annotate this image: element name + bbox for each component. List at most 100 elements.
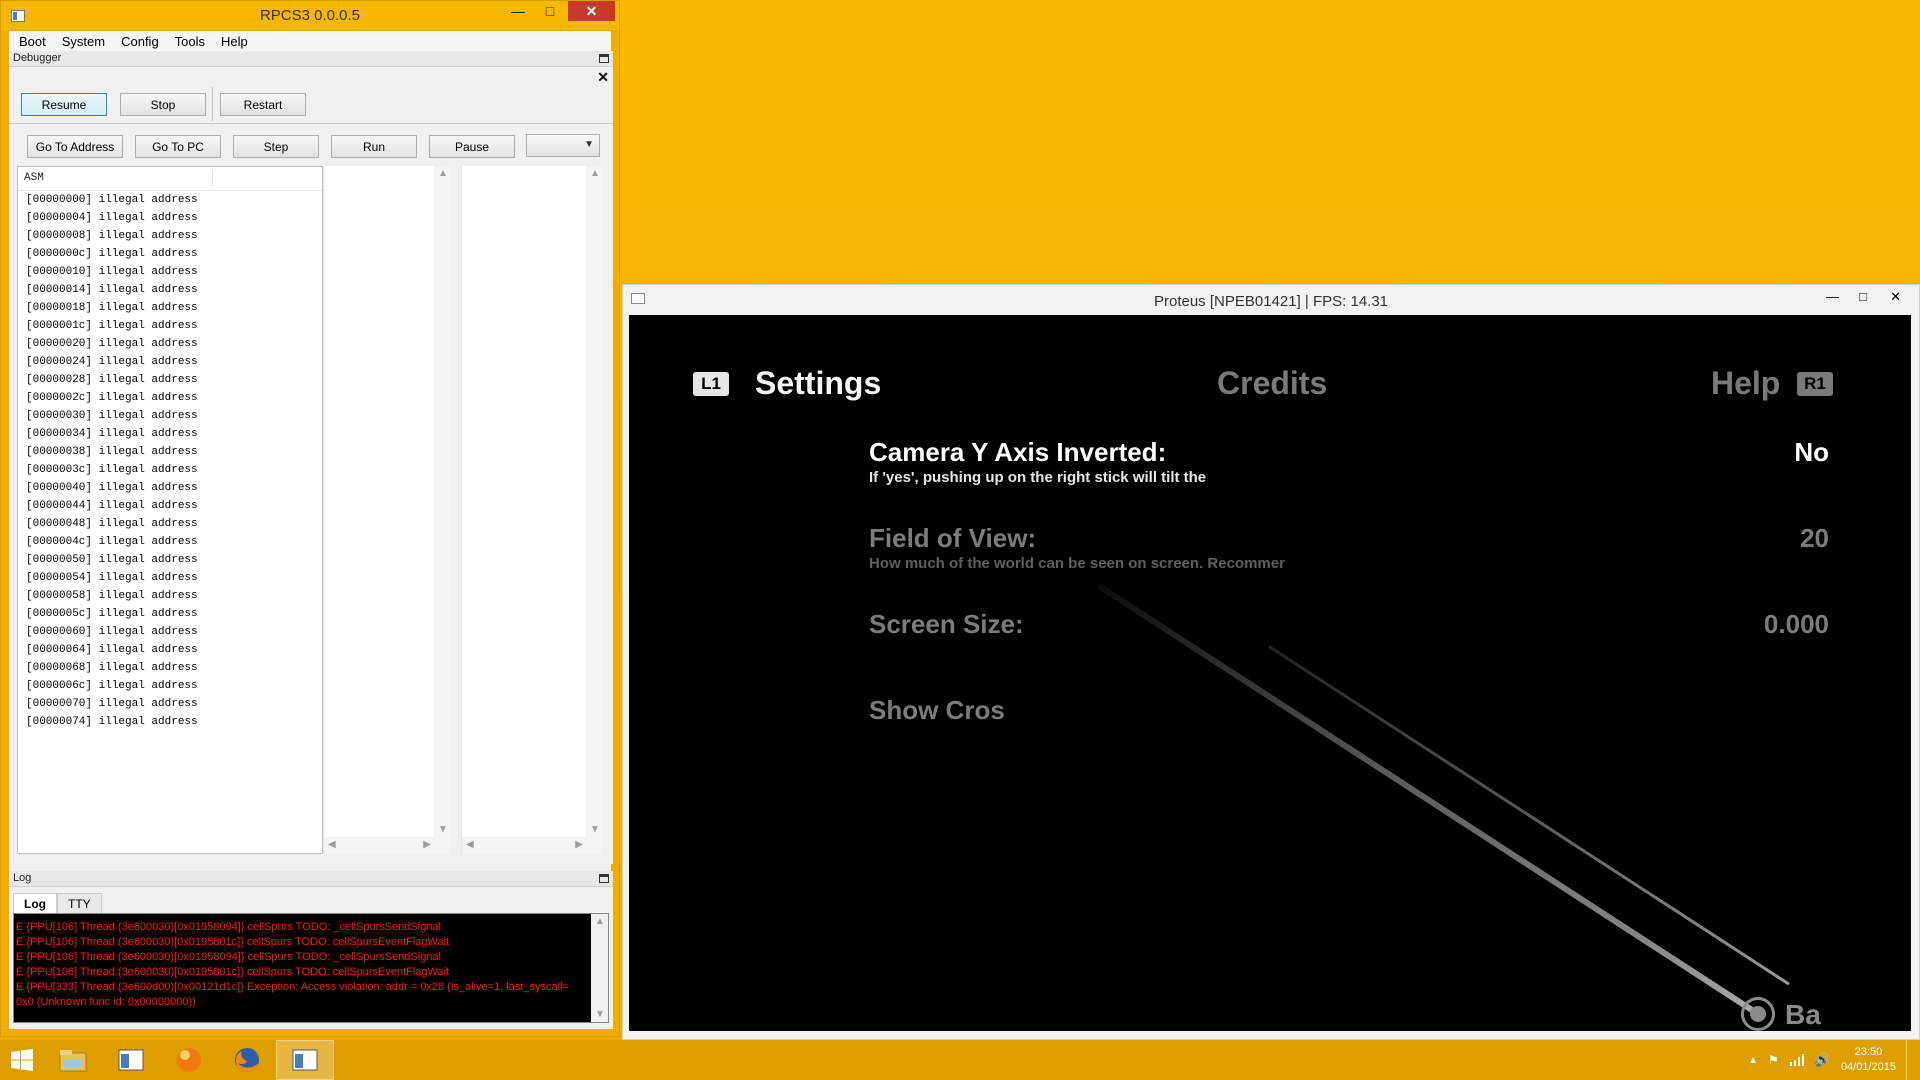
scroll-up-icon: ▲ xyxy=(438,168,448,179)
asm-line[interactable]: [0000005c] illegal address xyxy=(18,605,322,623)
asm-line[interactable]: [00000000] illegal address xyxy=(18,191,322,209)
log-output[interactable]: E {PPU[106] Thread (3e600030)[0x01958094… xyxy=(13,913,609,1023)
asm-line[interactable]: [00000048] illegal address xyxy=(18,515,322,533)
option-screen-size-value[interactable]: 0.000 xyxy=(1629,609,1829,640)
rpcs3-titlebar[interactable]: RPCS3 0.0.0.5 — □ ✕ xyxy=(1,1,619,30)
game-titlebar[interactable]: Proteus [NPEB01421] | FPS: 14.31 — □ ✕ xyxy=(623,285,1919,315)
asm-line[interactable]: [0000006c] illegal address xyxy=(18,677,322,695)
memory-scrollbar-v[interactable]: ▲ ▼ xyxy=(586,166,603,837)
rpcs3-window: RPCS3 0.0.0.5 — □ ✕ Boot System Config T… xyxy=(0,0,620,1037)
asm-line[interactable]: [00000064] illegal address xyxy=(18,641,322,659)
taskbar-app-orange[interactable] xyxy=(160,1040,218,1080)
tab-help[interactable]: Help xyxy=(1711,365,1780,402)
taskbar-explorer[interactable] xyxy=(44,1040,102,1080)
asm-line[interactable]: [00000038] illegal address xyxy=(18,443,322,461)
close-button[interactable]: ✕ xyxy=(568,1,615,21)
step-button[interactable]: Step xyxy=(233,135,319,158)
run-button[interactable]: Run xyxy=(331,135,417,158)
asm-line[interactable]: [00000024] illegal address xyxy=(18,353,322,371)
tab-log[interactable]: Log xyxy=(13,893,57,914)
asm-lines: [00000000] illegal address [00000004] ill… xyxy=(18,191,322,731)
asm-line[interactable]: [0000001c] illegal address xyxy=(18,317,322,335)
asm-line[interactable]: [00000010] illegal address xyxy=(18,263,322,281)
asm-line[interactable]: [00000070] illegal address xyxy=(18,695,322,713)
menu-tools[interactable]: Tools xyxy=(169,32,211,51)
close-button[interactable]: ✕ xyxy=(1890,289,1901,305)
asm-line[interactable]: [00000034] illegal address xyxy=(18,425,322,443)
option-screen-size-label[interactable]: Screen Size: xyxy=(869,609,1024,640)
render-glitch xyxy=(1097,583,1755,1014)
asm-line[interactable]: [00000018] illegal address xyxy=(18,299,322,317)
asm-line[interactable]: [00000068] illegal address xyxy=(18,659,322,677)
asm-line[interactable]: [00000014] illegal address xyxy=(18,281,322,299)
asm-line[interactable]: [00000008] illegal address xyxy=(18,227,322,245)
asm-line[interactable]: [00000054] illegal address xyxy=(18,569,322,587)
log-scrollbar[interactable]: ▲ ▼ xyxy=(591,914,608,1022)
option-camera-value[interactable]: No xyxy=(1629,437,1829,468)
game-viewport[interactable]: L1 Settings Credits Help R1 Camera Y Axi… xyxy=(629,315,1911,1031)
stop-button[interactable]: Stop xyxy=(120,93,206,116)
thread-select[interactable]: ▼ xyxy=(526,134,600,157)
option-fov-value[interactable]: 20 xyxy=(1629,523,1829,554)
menu-config[interactable]: Config xyxy=(115,32,165,51)
close-icon[interactable]: ✕ xyxy=(597,69,609,86)
show-hidden-icons-icon[interactable]: ▲ xyxy=(1748,1055,1758,1066)
clock-time: 23:50 xyxy=(1854,1046,1883,1058)
asm-line[interactable]: [00000060] illegal address xyxy=(18,623,322,641)
asm-line[interactable]: [00000020] illegal address xyxy=(18,335,322,353)
back-label[interactable]: Ba xyxy=(1785,999,1821,1031)
restart-button[interactable]: Restart xyxy=(220,93,306,116)
asm-line[interactable]: [0000003c] illegal address xyxy=(18,461,322,479)
registers-panel[interactable]: ▲ ▼ ◀ ▶ xyxy=(323,166,451,854)
asm-line[interactable]: [00000050] illegal address xyxy=(18,551,322,569)
taskbar-proteus-window[interactable] xyxy=(276,1040,334,1080)
chevron-down-icon: ▼ xyxy=(584,139,594,150)
menu-boot[interactable]: Boot xyxy=(13,32,52,51)
pause-button[interactable]: Pause xyxy=(429,135,515,158)
option-fov-label[interactable]: Field of View: xyxy=(869,523,1036,554)
memory-scrollbar-h[interactable]: ◀ ▶ xyxy=(462,837,603,854)
window-icon xyxy=(292,1049,318,1071)
tab-settings[interactable]: Settings xyxy=(755,365,881,402)
network-icon[interactable] xyxy=(1789,1054,1805,1066)
maximize-button[interactable]: □ xyxy=(1859,289,1867,304)
resume-button[interactable]: Resume xyxy=(21,93,107,116)
tab-tty[interactable]: TTY xyxy=(57,893,102,914)
clock[interactable]: 23:50 04/01/2015 xyxy=(1841,1045,1896,1075)
go-to-pc-button[interactable]: Go To PC xyxy=(135,135,221,158)
float-icon[interactable] xyxy=(599,874,609,883)
registers-scrollbar-v[interactable]: ▲ ▼ xyxy=(434,166,451,837)
taskbar-rpcs3-window[interactable] xyxy=(102,1040,160,1080)
asm-line[interactable]: [00000074] illegal address xyxy=(18,713,322,731)
option-crosshair-label[interactable]: Show Cros xyxy=(869,695,1005,726)
start-button[interactable] xyxy=(0,1040,44,1080)
menu-system[interactable]: System xyxy=(56,32,111,51)
asm-line[interactable]: [00000044] illegal address xyxy=(18,497,322,515)
action-center-flag-icon[interactable]: ⚑ xyxy=(1768,1053,1779,1067)
minimize-button[interactable]: — xyxy=(503,1,533,21)
game-window: Proteus [NPEB01421] | FPS: 14.31 — □ ✕ L… xyxy=(622,284,1920,1040)
asm-list[interactable]: ASM [00000000] illegal address [00000004]… xyxy=(17,166,323,854)
asm-line[interactable]: [00000040] illegal address xyxy=(18,479,322,497)
taskbar-firefox[interactable] xyxy=(218,1040,276,1080)
circle-button-icon xyxy=(1741,997,1775,1031)
asm-line[interactable]: [00000058] illegal address xyxy=(18,587,322,605)
asm-line[interactable]: [00000028] illegal address xyxy=(18,371,322,389)
volume-icon[interactable]: 🔊 xyxy=(1815,1052,1831,1068)
tab-credits[interactable]: Credits xyxy=(1217,365,1327,402)
asm-line[interactable]: [0000002c] illegal address xyxy=(18,389,322,407)
option-camera-label[interactable]: Camera Y Axis Inverted: xyxy=(869,437,1166,468)
float-icon[interactable] xyxy=(599,54,609,63)
window-icon xyxy=(118,1049,144,1071)
asm-line[interactable]: [0000000c] illegal address xyxy=(18,245,322,263)
go-to-address-button[interactable]: Go To Address xyxy=(27,135,123,158)
menu-help[interactable]: Help xyxy=(215,32,254,51)
asm-line[interactable]: [0000004c] illegal address xyxy=(18,533,322,551)
show-desktop-button[interactable] xyxy=(1906,1040,1912,1080)
registers-scrollbar-h[interactable]: ◀ ▶ xyxy=(324,837,451,854)
asm-line[interactable]: [00000030] illegal address xyxy=(18,407,322,425)
minimize-button[interactable]: — xyxy=(1826,289,1839,304)
memory-panel[interactable]: ▲ ▼ ◀ ▶ xyxy=(461,166,603,854)
maximize-button[interactable]: □ xyxy=(535,1,565,21)
asm-line[interactable]: [00000004] illegal address xyxy=(18,209,322,227)
